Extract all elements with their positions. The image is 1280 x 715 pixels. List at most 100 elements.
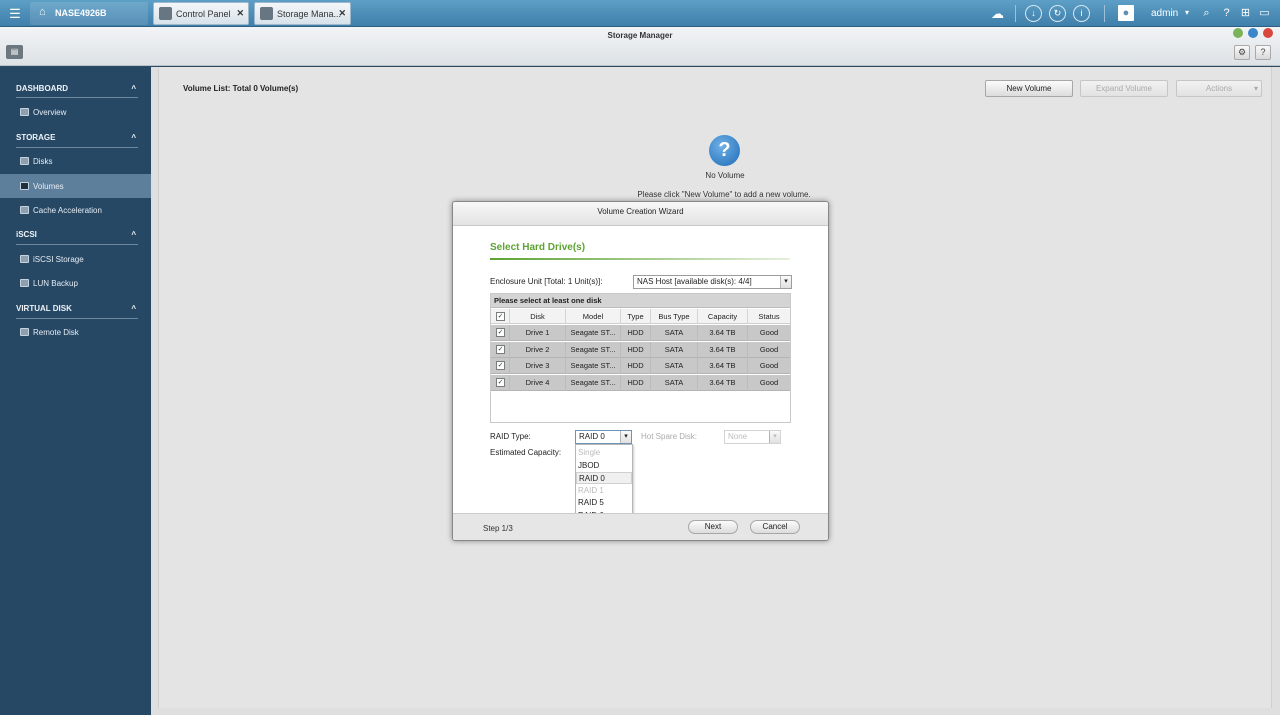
cell-bus: SATA xyxy=(651,358,698,374)
sidebar-item-iscsi-storage[interactable]: iSCSI Storage xyxy=(0,247,151,271)
next-button[interactable]: Next xyxy=(688,520,738,534)
enclosure-label: Enclosure Unit [Total: 1 Unit(s)]: xyxy=(490,277,603,286)
new-volume-button[interactable]: New Volume xyxy=(985,80,1073,97)
sidebar-section-storage[interactable]: STORAGE ^ xyxy=(16,133,136,142)
sidebar-toggle-icon[interactable]: ▤ xyxy=(6,45,23,59)
raid-option[interactable]: JBOD xyxy=(576,460,632,472)
checkbox-cell: ✓ xyxy=(491,325,510,341)
section-title: VIRTUAL DISK xyxy=(16,304,72,313)
row-checkbox[interactable]: ✓ xyxy=(496,344,505,354)
cell-capacity: 3.64 TB xyxy=(698,374,748,391)
sidebar-section-dashboard[interactable]: DASHBOARD ^ xyxy=(16,84,136,93)
chevron-down-icon[interactable]: ▾ xyxy=(780,276,791,288)
column-header[interactable]: Disk xyxy=(510,309,566,324)
monitor-icon[interactable]: ▭ xyxy=(1256,5,1273,22)
checkbox-cell: ✓ xyxy=(491,341,510,358)
table-row[interactable]: ✓ Drive 4 Seagate ST... HDD SATA 3.64 TB Good xyxy=(491,374,790,391)
column-header[interactable]: Status xyxy=(748,309,790,324)
settings-gear-icon[interactable]: ⚙ xyxy=(1234,45,1250,60)
sidebar-item-lun-backup[interactable]: LUN Backup xyxy=(0,271,151,295)
chevron-down-icon[interactable]: ▾ xyxy=(620,431,631,443)
chevron-down-icon[interactable]: ▾ xyxy=(769,431,780,443)
minimize-icon[interactable] xyxy=(1233,28,1243,38)
home-button[interactable]: ⌂ NASE4926B xyxy=(30,2,148,25)
column-header[interactable]: Type xyxy=(621,309,651,324)
raid-type-select[interactable]: RAID 0 ▾ xyxy=(575,430,632,444)
cell-disk: Drive 1 xyxy=(510,325,566,341)
close-window-icon[interactable] xyxy=(1263,28,1273,38)
cell-bus: SATA xyxy=(651,325,698,341)
menu-icon[interactable]: ☰ xyxy=(6,5,24,22)
sidebar-item-label: LUN Backup xyxy=(33,279,78,288)
column-header[interactable]: Bus Type xyxy=(651,309,698,324)
divider xyxy=(16,147,138,148)
sync-icon[interactable]: ↻ xyxy=(1049,5,1066,22)
home-icon: ⌂ xyxy=(39,6,46,18)
user-avatar-icon[interactable]: ● xyxy=(1118,5,1134,21)
cloud-icon[interactable]: ☁ xyxy=(989,5,1006,22)
cancel-button[interactable]: Cancel xyxy=(750,520,800,534)
section-title: Select Hard Drive(s) xyxy=(490,242,586,253)
search-icon[interactable]: ⌕ xyxy=(1198,5,1215,22)
chevron-down-icon[interactable]: ▾ xyxy=(1185,8,1189,17)
sidebar-item-overview[interactable]: Overview xyxy=(0,100,151,124)
table-row[interactable]: ✓ Drive 2 Seagate ST... HDD SATA 3.64 TB Good xyxy=(491,341,790,358)
apps-grid-icon[interactable]: ⊞ xyxy=(1237,5,1254,22)
actions-label: Actions xyxy=(1205,84,1233,93)
chevron-up-icon[interactable]: ^ xyxy=(131,133,136,142)
select-all-cell: ✓ xyxy=(491,309,510,324)
background-task-icon[interactable]: ↓ xyxy=(1025,5,1042,22)
cell-status: Good xyxy=(759,361,779,370)
close-icon[interactable]: ✕ xyxy=(338,8,346,19)
sidebar-item-label: Overview xyxy=(33,108,67,117)
raid-option: RAID 1 xyxy=(578,485,604,495)
table-row[interactable]: ✓ Drive 1 Seagate ST... HDD SATA 3.64 TB Good xyxy=(491,325,790,341)
help-question-icon[interactable]: ? xyxy=(1255,45,1271,60)
tab-storage-manager[interactable]: Storage Mana... ✕ xyxy=(254,2,351,25)
cell-type: HDD xyxy=(621,374,651,391)
chevron-up-icon[interactable]: ^ xyxy=(131,230,136,239)
raid-option[interactable]: RAID 0 xyxy=(576,472,632,484)
divider xyxy=(16,97,138,98)
divider xyxy=(16,244,138,245)
column-header[interactable]: Model xyxy=(566,309,621,324)
sidebar-item-disks[interactable]: Disks xyxy=(0,149,151,173)
storage-manager-icon xyxy=(260,7,273,20)
tab-control-panel[interactable]: Control Panel ✕ xyxy=(153,2,249,25)
raid-option[interactable]: RAID 5 xyxy=(576,497,632,509)
hot-spare-select[interactable]: None ▾ xyxy=(724,430,781,444)
table-row[interactable]: ✓ Drive 3 Seagate ST... HDD SATA 3.64 TB Good xyxy=(491,358,790,374)
select-all-checkbox[interactable]: ✓ xyxy=(496,312,505,321)
expand-volume-button[interactable]: Expand Volume xyxy=(1080,80,1168,97)
estimated-capacity-label: Estimated Capacity: xyxy=(490,448,562,457)
volume-list-title: Volume List: Total 0 Volume(s) xyxy=(183,84,299,93)
sidebar-item-cache-acceleration[interactable]: Cache Acceleration xyxy=(0,198,151,222)
column-header[interactable]: Capacity xyxy=(698,309,748,324)
cell-type: HDD xyxy=(621,325,651,341)
enclosure-select[interactable]: NAS Host [available disk(s): 4/4] ▾ xyxy=(633,275,792,289)
tab-label: Control Panel xyxy=(176,9,231,19)
sidebar-section-iscsi[interactable]: iSCSI ^ xyxy=(16,230,136,239)
help-icon[interactable]: ? xyxy=(1218,5,1235,22)
user-name[interactable]: admin xyxy=(1151,8,1178,19)
chevron-down-icon: ▾ xyxy=(1253,84,1258,93)
close-icon[interactable]: ✕ xyxy=(236,8,244,19)
info-icon[interactable]: i xyxy=(1073,5,1090,22)
question-icon: ? xyxy=(709,135,740,166)
sidebar-item-volumes[interactable]: Volumes xyxy=(0,174,151,198)
actions-button[interactable]: Actions ▾ xyxy=(1176,80,1262,97)
sidebar-section-virtual-disk[interactable]: VIRTUAL DISK ^ xyxy=(16,304,136,313)
window-title-bar: Storage Manager ▤ ⚙ ? xyxy=(0,27,1280,66)
row-checkbox[interactable]: ✓ xyxy=(496,377,505,387)
chevron-up-icon[interactable]: ^ xyxy=(131,304,136,313)
maximize-icon[interactable] xyxy=(1248,28,1258,38)
grid-header: ✓ Disk Model Type Bus Type Capacity Stat… xyxy=(491,309,790,324)
row-checkbox[interactable]: ✓ xyxy=(496,328,505,337)
grid-caption: Please select at least one disk xyxy=(491,294,790,308)
cell-disk: Drive 3 xyxy=(510,358,566,374)
volumes-icon xyxy=(20,182,29,190)
dialog-footer: Step 1/3 Next Cancel xyxy=(453,513,828,540)
row-checkbox[interactable]: ✓ xyxy=(496,361,505,370)
chevron-up-icon[interactable]: ^ xyxy=(131,84,136,93)
sidebar-item-remote-disk[interactable]: Remote Disk xyxy=(0,320,151,344)
